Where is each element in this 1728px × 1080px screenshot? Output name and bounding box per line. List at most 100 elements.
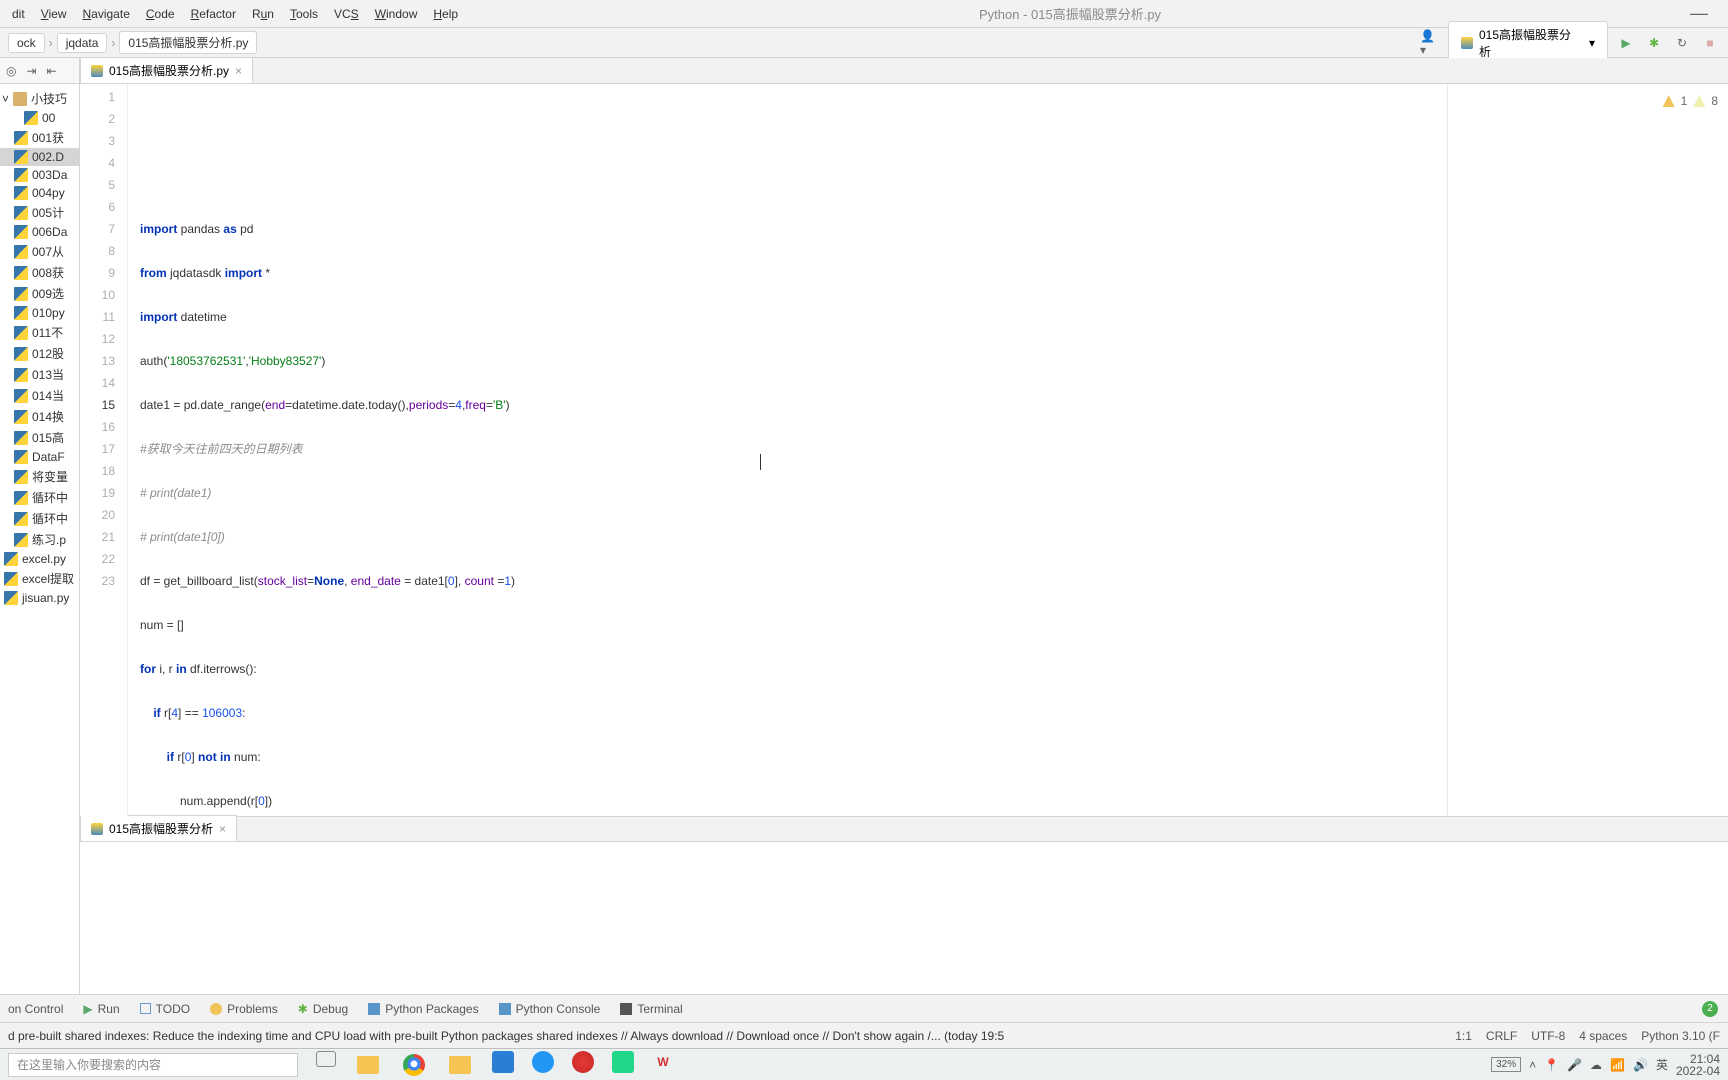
tree-item[interactable]: 将变量 xyxy=(0,466,79,487)
windows-search-input[interactable]: 在这里输入你要搜索的内容 xyxy=(8,1053,298,1077)
menu-refactor[interactable]: Refactor xyxy=(183,3,244,25)
code-line[interactable]: import pandas as pd xyxy=(136,218,1728,240)
version-control-tool[interactable]: on Control xyxy=(8,1002,63,1016)
code-line[interactable]: import datetime xyxy=(136,306,1728,328)
volume-icon[interactable]: 🔊 xyxy=(1633,1058,1648,1072)
breadcrumb-item[interactable]: ock xyxy=(8,33,45,53)
app-icon[interactable]: W xyxy=(652,1051,674,1073)
explorer-icon[interactable] xyxy=(354,1051,382,1079)
tree-item[interactable]: DataF xyxy=(0,448,79,466)
tree-folder[interactable]: ˅小技巧 xyxy=(0,88,79,109)
pycharm-icon[interactable] xyxy=(612,1051,634,1073)
collapse-icon[interactable]: ⇤ xyxy=(47,64,57,78)
code-line[interactable]: if r[0] not in num: xyxy=(136,746,1728,768)
code-line[interactable]: # print(date1) xyxy=(136,482,1728,504)
breadcrumb-item[interactable]: jqdata xyxy=(57,33,108,53)
menu-run[interactable]: Run xyxy=(244,3,282,25)
code-editor[interactable]: 1 2 3 4 5 6 7 8 9 10 11 12 13 14 15 16 1… xyxy=(80,84,1728,816)
menu-window[interactable]: Window xyxy=(367,3,426,25)
add-user-icon[interactable]: 👤▾ xyxy=(1420,33,1440,53)
code-line[interactable]: for i, r in df.iterrows(): xyxy=(136,658,1728,680)
tree-item[interactable]: 004py xyxy=(0,184,79,202)
clock[interactable]: 21:04 2022-04 xyxy=(1676,1053,1720,1077)
expand-icon[interactable]: ⇥ xyxy=(26,64,36,78)
tree-item[interactable]: 009选 xyxy=(0,283,79,304)
stop-button[interactable]: ■ xyxy=(1700,33,1720,53)
tree-item[interactable]: 010py xyxy=(0,304,79,322)
interpreter[interactable]: Python 3.10 (F xyxy=(1641,1029,1720,1043)
menu-vcs[interactable]: VCS xyxy=(326,3,367,25)
terminal-tool[interactable]: Terminal xyxy=(620,1002,682,1016)
close-icon[interactable]: × xyxy=(235,64,242,78)
app-icon[interactable] xyxy=(532,1051,554,1073)
tree-item[interactable]: 014当 xyxy=(0,385,79,406)
tree-item[interactable]: 012股 xyxy=(0,343,79,364)
event-log-badge[interactable]: 2 xyxy=(1702,1001,1718,1017)
code-line[interactable]: auth('18053762531','Hobby83527') xyxy=(136,350,1728,372)
inspection-widget[interactable]: 1 8 xyxy=(1663,90,1718,112)
code-content[interactable]: 1 8 import pandas as pd from jqdatasdk i… xyxy=(128,84,1728,816)
app-icon[interactable] xyxy=(492,1051,514,1073)
indent-setting[interactable]: 4 spaces xyxy=(1579,1029,1627,1043)
todo-tool[interactable]: TODO xyxy=(140,1002,190,1016)
tree-item[interactable]: 练习.p xyxy=(0,529,79,550)
run-tab[interactable]: 015高振幅股票分析 × xyxy=(80,815,237,841)
menu-tools[interactable]: Tools xyxy=(282,3,326,25)
tree-item[interactable]: 002.D xyxy=(0,148,79,166)
debug-button[interactable]: ✱ xyxy=(1644,33,1664,53)
packages-tool[interactable]: Python Packages xyxy=(368,1002,478,1016)
tree-item[interactable]: 00 xyxy=(0,109,79,127)
breadcrumb-item[interactable]: 015高振幅股票分析.py xyxy=(119,31,257,54)
debug-tool[interactable]: ✱Debug xyxy=(298,1002,348,1016)
code-line[interactable]: # print(date1[0]) xyxy=(136,526,1728,548)
tree-item[interactable]: 005计 xyxy=(0,202,79,223)
wifi-icon[interactable]: 📶 xyxy=(1610,1058,1625,1072)
location-icon[interactable]: 📍 xyxy=(1544,1058,1559,1072)
tree-item[interactable]: 008获 xyxy=(0,262,79,283)
code-line[interactable]: #获取今天往前四天的日期列表 xyxy=(136,438,1728,460)
tree-item[interactable]: 013当 xyxy=(0,364,79,385)
menu-edit[interactable]: dit xyxy=(4,3,33,25)
tree-item[interactable]: 循环中 xyxy=(0,508,79,529)
console-tool[interactable]: Python Console xyxy=(499,1002,601,1016)
rerun-button[interactable]: ↻ xyxy=(1672,33,1692,53)
cursor-position[interactable]: 1:1 xyxy=(1455,1029,1472,1043)
code-line[interactable]: num.append(r[0]) xyxy=(136,790,1728,812)
problems-tool[interactable]: Problems xyxy=(210,1002,278,1016)
menu-help[interactable]: Help xyxy=(425,3,466,25)
tree-item[interactable]: excel提取 xyxy=(0,568,79,589)
taskview-icon[interactable] xyxy=(316,1051,336,1067)
tree-item[interactable]: 015高 xyxy=(0,427,79,448)
tree-item[interactable]: excel.py xyxy=(0,550,79,568)
code-line[interactable]: num = [] xyxy=(136,614,1728,636)
tree-item[interactable]: 003Da xyxy=(0,166,79,184)
folder-icon[interactable] xyxy=(446,1051,474,1079)
tray-chevron-icon[interactable]: ˄ xyxy=(1529,1058,1536,1072)
run-button[interactable]: ▶ xyxy=(1616,33,1636,53)
menu-code[interactable]: Code xyxy=(138,3,183,25)
tree-item[interactable]: 006Da xyxy=(0,223,79,241)
project-tree[interactable]: ˅小技巧 00 001获 002.D 003Da 004py 005计 006D… xyxy=(0,84,79,994)
target-icon[interactable]: ◎ xyxy=(6,64,16,78)
chrome-icon[interactable] xyxy=(400,1051,428,1079)
status-message[interactable]: d pre-built shared indexes: Reduce the i… xyxy=(8,1029,1455,1043)
editor-tab[interactable]: 015高振幅股票分析.py × xyxy=(80,57,253,83)
tree-item[interactable]: 014换 xyxy=(0,406,79,427)
battery-status[interactable]: 32% xyxy=(1491,1057,1521,1072)
menu-view[interactable]: View xyxy=(33,3,75,25)
code-line[interactable]: from jqdatasdk import * xyxy=(136,262,1728,284)
tree-item[interactable]: 007从 xyxy=(0,241,79,262)
line-separator[interactable]: CRLF xyxy=(1486,1029,1517,1043)
app-icon[interactable] xyxy=(572,1051,594,1073)
run-console[interactable] xyxy=(80,842,1728,994)
code-line[interactable]: if r[4] == 106003: xyxy=(136,702,1728,724)
mic-icon[interactable]: 🎤 xyxy=(1567,1058,1582,1072)
tree-item[interactable]: 循环中 xyxy=(0,487,79,508)
code-line[interactable]: date1 = pd.date_range(end=datetime.date.… xyxy=(136,394,1728,416)
ime-indicator[interactable]: 英 xyxy=(1656,1056,1668,1073)
file-encoding[interactable]: UTF-8 xyxy=(1531,1029,1565,1043)
tree-item[interactable]: jisuan.py xyxy=(0,589,79,607)
menu-navigate[interactable]: Navigate xyxy=(75,3,138,25)
run-tool[interactable]: ▶Run xyxy=(83,1002,119,1016)
code-line[interactable]: df = get_billboard_list(stock_list=None,… xyxy=(136,570,1728,592)
